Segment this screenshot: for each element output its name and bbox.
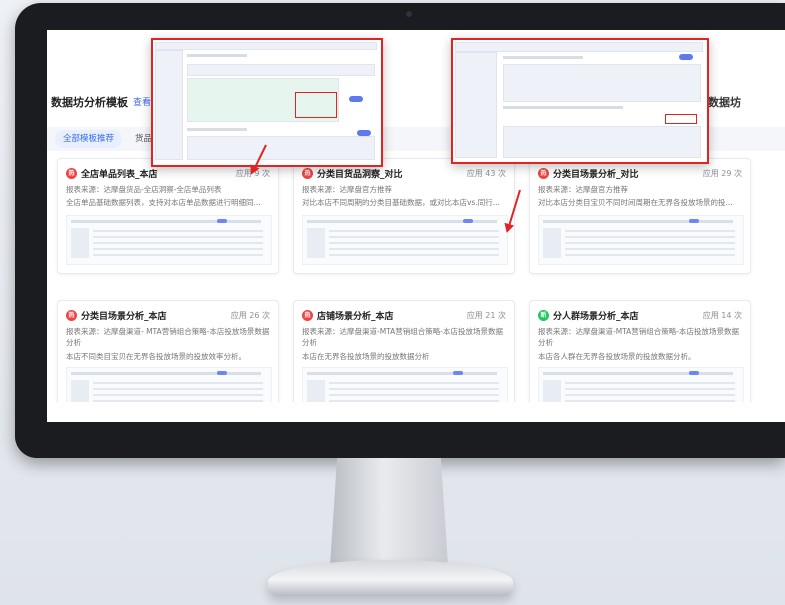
card-source: 报表来源：达摩盘官方推荐 <box>538 185 628 194</box>
fire-icon: 热 <box>302 168 313 179</box>
page-title: 数据坊分析模板 <box>51 96 128 109</box>
card-usage-count: 应用 26 次 <box>230 311 270 320</box>
card-preview-thumbnail <box>66 215 272 265</box>
zoomed-preview-right <box>451 38 709 164</box>
card-source: 报表来源：达摩盘货品-全店洞察-全店单品列表 <box>66 185 222 194</box>
template-card[interactable]: 热 店铺场景分析_本店 应用 21 次 报表来源：达摩盘渠道-MTA营销组合策略… <box>293 300 515 416</box>
card-title: 店铺场景分析_本店 <box>317 312 394 322</box>
zoomed-preview-left <box>151 38 383 167</box>
card-title: 分类目货品洞察_对比 <box>317 170 403 180</box>
view-link[interactable]: 查看 <box>133 95 151 108</box>
monitor-stand-neck <box>330 458 448 566</box>
new-icon: 新 <box>538 310 549 321</box>
tab-all-recommended[interactable]: 全部模板推荐 <box>55 130 123 148</box>
card-source: 报表来源：达摩盘渠道- MTA营销组合策略-本店投放场景数据分析 <box>66 327 270 347</box>
card-preview-thumbnail <box>302 215 508 265</box>
card-usage-count: 应用 21 次 <box>466 311 506 320</box>
template-card[interactable]: 热 分类目场景分析_对比 应用 29 次 报表来源：达摩盘官方推荐 对比本店分类… <box>529 158 751 274</box>
card-description: 对比本店不同周期的分类目基础数据，或对比本店vs.同行... <box>302 198 500 207</box>
card-usage-count: 应用 43 次 <box>466 169 506 178</box>
card-source: 报表来源：达摩盘渠道-MTA营销组合策略-本店投放场景数据分析 <box>302 327 504 347</box>
template-card[interactable]: 热 分类目货品洞察_对比 应用 43 次 报表来源：达摩盘官方推荐 对比本店不同… <box>293 158 515 274</box>
card-description: 本店各人群在无界各投放场景的投放数据分析。 <box>538 352 696 361</box>
fire-icon: 热 <box>538 168 549 179</box>
card-description: 本店不同类目宝贝在无界各投放场景的投放效率分析。 <box>66 352 246 361</box>
fire-icon: 热 <box>66 168 77 179</box>
fire-icon: 热 <box>302 310 313 321</box>
card-source: 报表来源：达摩盘官方推荐 <box>302 185 392 194</box>
fire-icon: 热 <box>66 310 77 321</box>
card-title: 全店单品列表_本店 <box>81 170 158 180</box>
webcam-icon <box>406 11 412 17</box>
monitor-screen: 数据坊分析模板 查看 · 数据坊 全部模板推荐 货品 热 全店单品列表_本店 应… <box>47 30 785 422</box>
monitor-stand-base <box>268 560 513 596</box>
template-card[interactable]: 热 分类目场景分析_本店 应用 26 次 报表来源：达摩盘渠道- MTA营销组合… <box>57 300 279 416</box>
card-preview-thumbnail <box>538 215 744 265</box>
card-title: 分类目场景分析_对比 <box>553 170 639 180</box>
card-usage-count: 应用 29 次 <box>702 169 742 178</box>
card-title: 分人群场景分析_本店 <box>553 312 639 322</box>
card-description: 对比本店分类目宝贝不同时间周期在无界各投放场景的投... <box>538 198 733 207</box>
card-description: 本店在无界各投放场景的投放数据分析 <box>302 352 430 361</box>
card-usage-count: 应用 14 次 <box>702 311 742 320</box>
card-source: 报表来源：达摩盘渠道-MTA营销组合策略-本店投放场景数据分析 <box>538 327 740 347</box>
monitor-chin <box>15 420 785 458</box>
card-description: 全店单品基础数据列表，支持对本店单品数据进行明细同... <box>66 198 261 207</box>
template-card[interactable]: 热 全店单品列表_本店 应用 9 次 报表来源：达摩盘货品-全店洞察-全店单品列… <box>57 158 279 274</box>
template-card[interactable]: 新 分人群场景分析_本店 应用 14 次 报表来源：达摩盘渠道-MTA营销组合策… <box>529 300 751 416</box>
screen-bottom-area <box>47 402 785 422</box>
card-title: 分类目场景分析_本店 <box>81 312 167 322</box>
